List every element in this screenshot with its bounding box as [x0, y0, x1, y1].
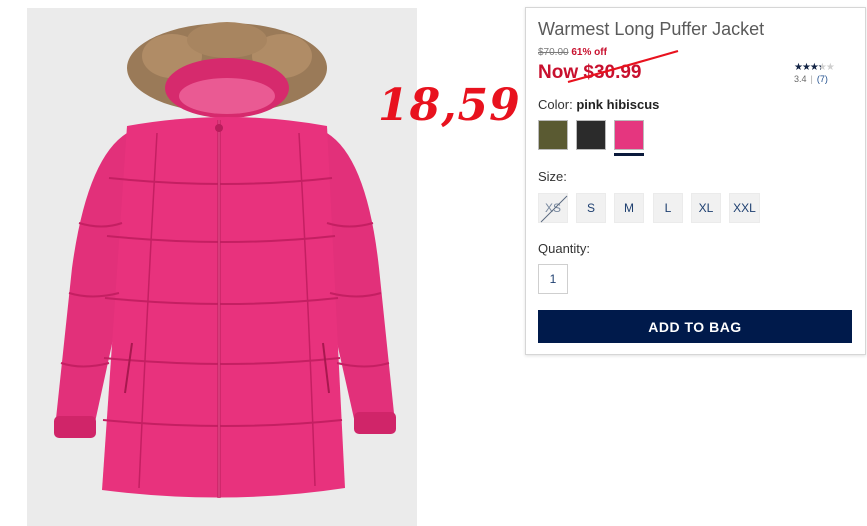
swatch-olive[interactable]: [538, 120, 568, 150]
color-label: Color: pink hibiscus: [538, 97, 659, 112]
rating-summary[interactable]: ★★★★★★ 3.4| (7): [794, 62, 835, 84]
size-option-s[interactable]: S: [576, 193, 606, 223]
product-title: Warmest Long Puffer Jacket: [538, 19, 765, 39]
size-option-label: XXL: [733, 201, 756, 215]
rating-separator: |: [810, 74, 813, 84]
rating-meta: 3.4 | (7): [794, 74, 834, 84]
quantity-input[interactable]: 1: [538, 264, 568, 294]
selected-color-name: pink hibiscus: [576, 97, 660, 112]
handwritten-price-annotation: 18,59: [378, 80, 521, 131]
add-to-bag-button[interactable]: ADD TO BAG: [538, 310, 852, 343]
product-image: [27, 8, 417, 526]
size-option-m[interactable]: M: [614, 193, 644, 223]
swatch-black[interactable]: [576, 120, 606, 150]
size-option-l[interactable]: L: [653, 193, 683, 223]
rating-value: 3.4: [794, 74, 807, 84]
color-label-text: Color:: [538, 97, 573, 112]
size-option-label: L: [664, 201, 672, 215]
pink-puffer-jacket-illustration: [54, 22, 396, 498]
unavailable-slash-icon: [540, 195, 568, 223]
size-option-label: XL: [698, 201, 714, 215]
size-option-label: S: [586, 201, 595, 215]
original-price: $70.00: [538, 47, 569, 58]
swatch-pink-hibiscus[interactable]: [614, 120, 644, 156]
quantity-label: Quantity:: [538, 241, 591, 256]
size-option-xl[interactable]: XL: [691, 193, 721, 223]
size-option-xs[interactable]: XS: [538, 193, 568, 223]
product-info-panel: Warmest Long Puffer Jacket $70.00 61% of…: [525, 7, 866, 355]
review-count-link[interactable]: (7): [817, 74, 828, 84]
size-option-label: M: [624, 201, 634, 215]
size-label: Size:: [538, 169, 567, 184]
size-option-xxl[interactable]: XXL: [729, 193, 760, 223]
price-strike-annotation: [567, 49, 679, 84]
rating-stars-icon: ★★★★★★: [794, 62, 835, 73]
